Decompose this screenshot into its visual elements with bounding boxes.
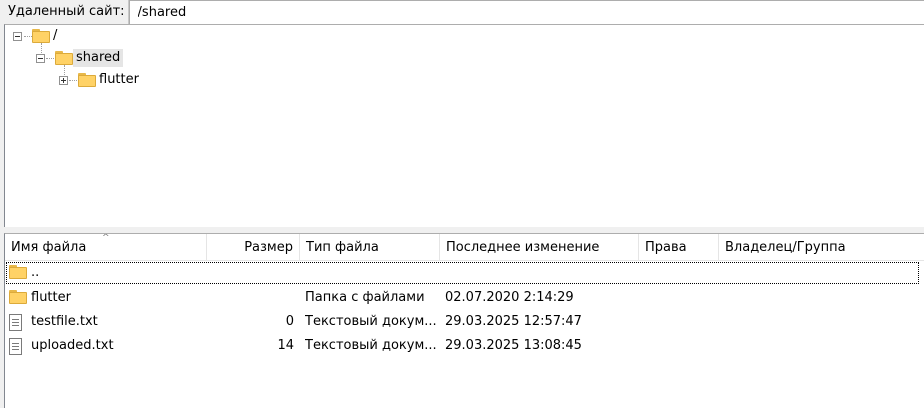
folder-icon xyxy=(9,290,27,304)
collapse-icon[interactable] xyxy=(36,53,45,63)
file-name: uploaded.txt xyxy=(31,338,114,353)
file-size xyxy=(207,286,294,310)
column-header-owner-label: Владелец/Группа xyxy=(725,240,846,255)
file-name: .. xyxy=(31,265,40,280)
column-header-type[interactable]: Тип файла xyxy=(300,234,440,261)
folder-icon xyxy=(9,265,27,279)
tree-label-flutter: flutter xyxy=(99,72,139,87)
file-size: 0 xyxy=(285,314,294,329)
tree-node-flutter[interactable]: flutter xyxy=(59,70,142,90)
list-header: Имя файла ^ Размер Тип файла Последнее и… xyxy=(5,234,924,261)
remote-directory-tree: / shared flutter xyxy=(4,24,924,227)
column-header-size[interactable]: Размер xyxy=(207,234,300,261)
tree-node-root[interactable]: / xyxy=(13,26,60,46)
text-file-icon xyxy=(9,313,23,331)
column-header-size-label: Размер xyxy=(244,240,293,255)
folder-icon xyxy=(55,51,73,65)
tree-node-shared[interactable]: shared xyxy=(36,48,124,68)
column-header-owner[interactable]: Владелец/Группа xyxy=(719,234,924,261)
list-item-testfile[interactable]: testfile.txt 0 Текстовый докум... 29.03.… xyxy=(5,310,920,334)
list-item-parent-directory[interactable]: .. xyxy=(5,261,920,285)
column-header-name[interactable]: Имя файла ^ xyxy=(5,234,207,261)
expand-icon[interactable] xyxy=(59,75,68,85)
list-item-uploaded[interactable]: uploaded.txt 14 Текстовый докум... 29.03… xyxy=(5,334,920,358)
file-type: Папка с файлами xyxy=(305,290,425,305)
remote-site-bar: Удаленный сайт: xyxy=(0,0,924,24)
file-name: testfile.txt xyxy=(31,314,98,329)
file-type: Текстовый докум... xyxy=(305,314,437,329)
remote-path-input[interactable] xyxy=(128,0,924,24)
file-type: Текстовый докум... xyxy=(305,338,437,353)
column-header-modified[interactable]: Последнее изменение xyxy=(440,234,639,261)
list-item-flutter[interactable]: flutter Папка с файлами 02.07.2020 2:14:… xyxy=(5,286,920,310)
column-header-name-label: Имя файла xyxy=(11,240,87,255)
file-name: flutter xyxy=(31,290,71,305)
remote-site-label: Удаленный сайт: xyxy=(0,0,129,24)
column-header-permissions-label: Права xyxy=(645,240,687,255)
sort-ascending-icon: ^ xyxy=(102,234,110,243)
folder-icon xyxy=(78,73,96,87)
file-modified: 29.03.2025 13:08:45 xyxy=(445,338,582,353)
text-file-icon xyxy=(9,337,23,355)
collapse-icon[interactable] xyxy=(13,31,22,41)
file-size: 14 xyxy=(277,338,294,353)
file-modified: 02.07.2020 2:14:29 xyxy=(445,290,574,305)
column-header-modified-label: Последнее изменение xyxy=(446,240,600,255)
folder-icon xyxy=(32,29,50,43)
remote-file-list: Имя файла ^ Размер Тип файла Последнее и… xyxy=(4,233,924,408)
tree-label-shared: shared xyxy=(73,49,124,67)
tree-label-root: / xyxy=(53,28,58,43)
column-header-type-label: Тип файла xyxy=(306,240,379,255)
file-modified: 29.03.2025 12:57:47 xyxy=(445,314,582,329)
column-header-permissions[interactable]: Права xyxy=(639,234,719,261)
